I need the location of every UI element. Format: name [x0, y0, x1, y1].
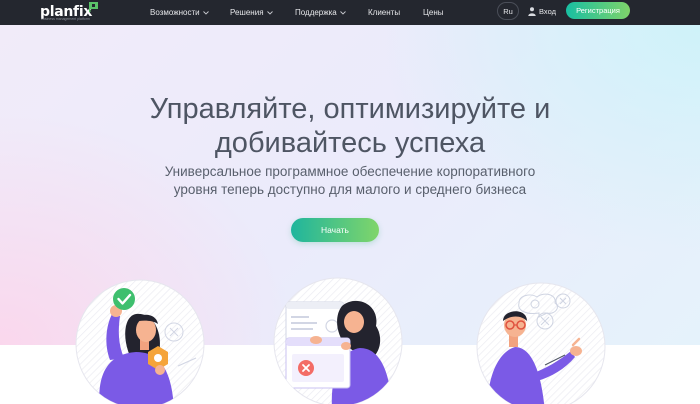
- hero-subtitle: Универсальное программное обеспечение ко…: [0, 163, 700, 199]
- nav-item-solutions[interactable]: Решения: [230, 8, 273, 17]
- man-with-glasses-illustration: [476, 282, 606, 404]
- nav-item-label: Клиенты: [368, 8, 401, 17]
- chevron-down-icon: [202, 10, 209, 15]
- nav-item-label: Поддержка: [295, 8, 337, 17]
- headline-line-1: Управляйте, оптимизируйте и: [149, 93, 551, 125]
- chevron-down-icon: [266, 10, 273, 15]
- hero-headline: Управляйте, оптимизируйте и добивайтесь …: [0, 92, 700, 160]
- login-label: Вход: [539, 6, 556, 16]
- planfix-logo[interactable]: planfix business management platform: [40, 2, 100, 23]
- subtitle-line-2: уровня теперь доступно для малого и сред…: [173, 182, 527, 197]
- top-navigation-bar: planfix business management platform Воз…: [0, 0, 700, 25]
- nav-item-label: Возможности: [150, 8, 200, 17]
- subtitle-line-1: Универсальное программное обеспечение ко…: [164, 164, 536, 179]
- woman-at-window-illustration: [273, 277, 403, 404]
- signup-button[interactable]: Регистрация: [566, 2, 630, 19]
- user-icon: [528, 6, 536, 16]
- start-button[interactable]: Начать: [291, 218, 379, 242]
- chevron-down-icon: [339, 10, 346, 15]
- login-link[interactable]: Вход: [528, 0, 556, 22]
- nav-item-features[interactable]: Возможности: [150, 8, 209, 17]
- woman-with-checkmark-illustration: [75, 279, 205, 404]
- logo-flag-icon: [89, 2, 98, 12]
- nav-item-pricing[interactable]: Цены: [423, 8, 444, 17]
- language-switcher[interactable]: Ru: [497, 2, 519, 20]
- logo-tagline: business management platform: [41, 17, 90, 21]
- nav-item-support[interactable]: Поддержка: [295, 8, 346, 17]
- headline-line-2: добивайтесь успеха: [214, 127, 486, 159]
- nav-item-label: Цены: [423, 8, 444, 17]
- nav-item-clients[interactable]: Клиенты: [368, 8, 400, 17]
- nav-item-label: Решения: [230, 8, 264, 17]
